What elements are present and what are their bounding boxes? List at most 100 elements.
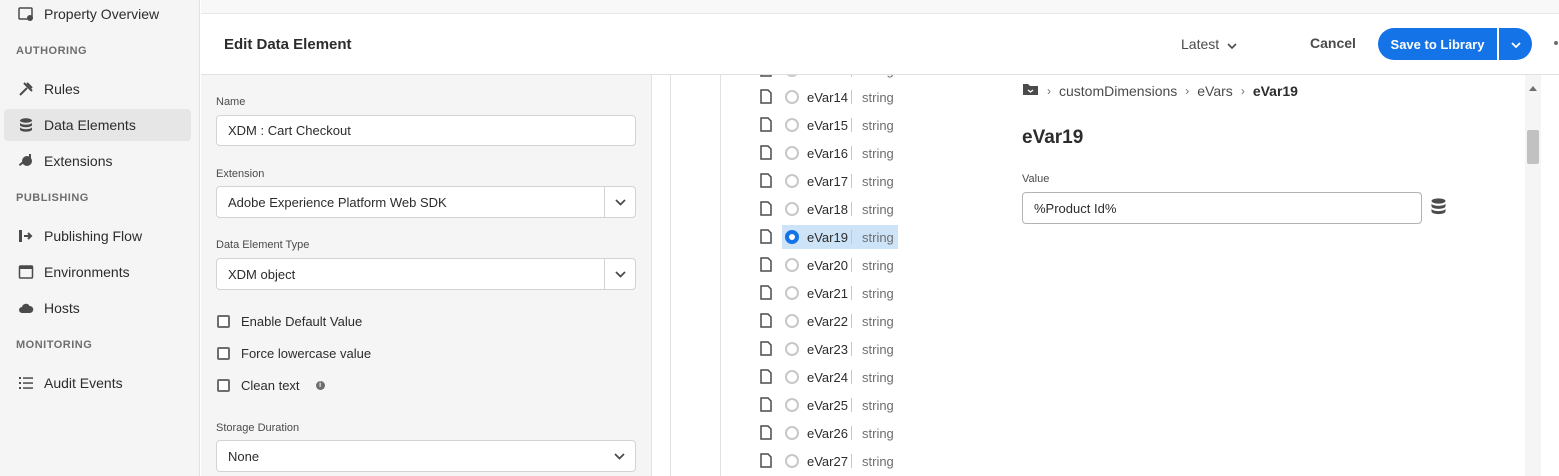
save-options-button[interactable] bbox=[1499, 28, 1532, 60]
document-icon bbox=[760, 425, 774, 441]
data-element-selector-icon[interactable] bbox=[1430, 197, 1447, 221]
sidebar-item-publishing-flow[interactable]: Publishing Flow bbox=[4, 220, 191, 252]
cloud-icon bbox=[16, 298, 36, 318]
extension-picker[interactable]: Adobe Experience Platform Web SDK bbox=[216, 186, 636, 218]
page-title: Edit Data Element bbox=[224, 36, 352, 53]
tree-radio[interactable] bbox=[785, 370, 799, 384]
tree-radio[interactable] bbox=[785, 314, 799, 328]
extension-value: Adobe Experience Platform Web SDK bbox=[228, 194, 447, 210]
document-icon bbox=[760, 257, 774, 273]
storage-duration-picker[interactable]: None bbox=[216, 440, 636, 472]
divider bbox=[851, 342, 852, 356]
tree-radio[interactable] bbox=[785, 454, 799, 468]
sidebar-item-extensions[interactable]: Extensions bbox=[4, 145, 191, 177]
rules-icon bbox=[16, 79, 36, 99]
top-strip bbox=[201, 0, 1559, 14]
tree-radio[interactable] bbox=[785, 90, 799, 104]
tree-row[interactable]: eVar25 string bbox=[760, 393, 898, 417]
edit-header: Edit Data Element Latest Cancel Save to … bbox=[201, 14, 1559, 75]
sidebar-item-rules[interactable]: Rules bbox=[4, 73, 191, 105]
tree-field-name: eVar17 bbox=[807, 173, 848, 189]
data-elements-icon bbox=[16, 115, 36, 135]
tree-row[interactable]: eVar24 string bbox=[760, 365, 898, 389]
tree-row[interactable]: eVar13 string bbox=[760, 75, 898, 82]
value-input[interactable]: %Product Id% bbox=[1022, 192, 1422, 224]
sidebar-item-hosts[interactable]: Hosts bbox=[4, 292, 191, 324]
tree-row[interactable]: eVar15 string bbox=[760, 113, 898, 137]
list-icon bbox=[16, 373, 36, 393]
tree-radio[interactable] bbox=[785, 75, 799, 77]
clean-text-row: Clean text i bbox=[217, 378, 325, 393]
tree-row[interactable]: eVar20 string bbox=[760, 253, 898, 277]
name-value: XDM : Cart Checkout bbox=[228, 123, 351, 138]
data-element-type-picker[interactable]: XDM object bbox=[216, 258, 636, 290]
document-icon bbox=[760, 453, 774, 469]
extensions-plug-icon bbox=[16, 151, 36, 171]
version-picker[interactable]: Latest bbox=[1181, 36, 1237, 52]
type-label: Data Element Type bbox=[216, 239, 310, 251]
tree-field-type: string bbox=[862, 285, 894, 301]
tree-field-name: eVar23 bbox=[807, 341, 848, 357]
storage-duration-label: Storage Duration bbox=[216, 422, 300, 434]
sidebar-item-environments[interactable]: Environments bbox=[4, 256, 191, 288]
scroll-up-arrow-icon[interactable] bbox=[1528, 79, 1538, 91]
chevron-down-icon[interactable] bbox=[604, 259, 635, 289]
chevron-down-icon[interactable] bbox=[604, 187, 635, 217]
tree-row[interactable]: eVar26 string bbox=[760, 421, 898, 445]
tree-row[interactable]: eVar18 string bbox=[760, 197, 898, 221]
tree-row[interactable]: eVar14 string bbox=[760, 85, 898, 109]
scrollbar[interactable] bbox=[1525, 75, 1541, 476]
divider bbox=[851, 75, 852, 77]
divider bbox=[851, 314, 852, 328]
tree-field-name: eVar22 bbox=[807, 313, 848, 329]
sidebar-item-audit-events[interactable]: Audit Events bbox=[4, 367, 191, 399]
sidebar-item-data-elements[interactable]: Data Elements bbox=[4, 109, 191, 141]
tree-radio[interactable] bbox=[785, 426, 799, 440]
force-lowercase-checkbox[interactable] bbox=[217, 347, 230, 360]
divider bbox=[851, 286, 852, 300]
document-icon bbox=[760, 145, 774, 161]
scrollbar-thumb[interactable] bbox=[1527, 130, 1539, 164]
document-icon bbox=[760, 285, 774, 301]
tree-row[interactable]: eVar21 string bbox=[760, 281, 898, 305]
checkbox-label: Force lowercase value bbox=[241, 346, 372, 361]
tree-radio[interactable] bbox=[785, 146, 799, 160]
tree-radio[interactable] bbox=[785, 342, 799, 356]
divider bbox=[851, 174, 852, 188]
tree-radio[interactable] bbox=[785, 258, 799, 272]
breadcrumb-item[interactable]: customDimensions bbox=[1059, 83, 1177, 99]
enable-default-value-checkbox[interactable] bbox=[217, 315, 230, 328]
tree-field-type: string bbox=[862, 397, 894, 413]
tree-row[interactable]: eVar22 string bbox=[760, 309, 898, 333]
sidebar-item-label: Property Overview bbox=[44, 6, 160, 22]
tree-field-name: eVar27 bbox=[807, 453, 848, 469]
more-options-icon[interactable] bbox=[1554, 41, 1558, 45]
info-icon[interactable]: i bbox=[315, 381, 325, 390]
tree-radio[interactable] bbox=[785, 286, 799, 300]
tree-radio[interactable] bbox=[785, 118, 799, 132]
tree-row[interactable]: eVar16 string bbox=[760, 141, 898, 165]
tree-radio[interactable] bbox=[785, 202, 799, 216]
name-field[interactable]: XDM : Cart Checkout bbox=[216, 115, 636, 146]
tree-field-type: string bbox=[862, 173, 894, 189]
sidebar-item-property-overview[interactable]: Property Overview bbox=[4, 0, 191, 30]
divider bbox=[851, 258, 852, 272]
enable-default-value-row: Enable Default Value bbox=[217, 314, 362, 329]
sidebar-item-label: Rules bbox=[44, 81, 80, 97]
tree-radio[interactable] bbox=[785, 174, 799, 188]
breadcrumb-item[interactable]: eVars bbox=[1197, 83, 1233, 99]
property-overview-icon bbox=[16, 4, 36, 24]
cancel-button[interactable]: Cancel bbox=[1310, 35, 1356, 51]
tree-radio[interactable] bbox=[785, 230, 799, 244]
tree-row[interactable]: eVar23 string bbox=[760, 337, 898, 361]
divider bbox=[851, 202, 852, 216]
schema-tree: eVar13 string eVar14string eVar15string eV… bbox=[744, 75, 1014, 476]
breadcrumb: › customDimensions › eVars › eVar19 bbox=[1022, 82, 1298, 99]
tree-radio[interactable] bbox=[785, 398, 799, 412]
clean-text-checkbox[interactable] bbox=[217, 379, 230, 392]
tree-row[interactable]: eVar19 string bbox=[760, 225, 898, 249]
tree-row[interactable]: eVar27 string bbox=[760, 449, 898, 473]
tree-row[interactable]: eVar17 string bbox=[760, 169, 898, 193]
tree-field-name: eVar16 bbox=[807, 145, 848, 161]
save-to-library-button[interactable]: Save to Library bbox=[1378, 28, 1497, 60]
